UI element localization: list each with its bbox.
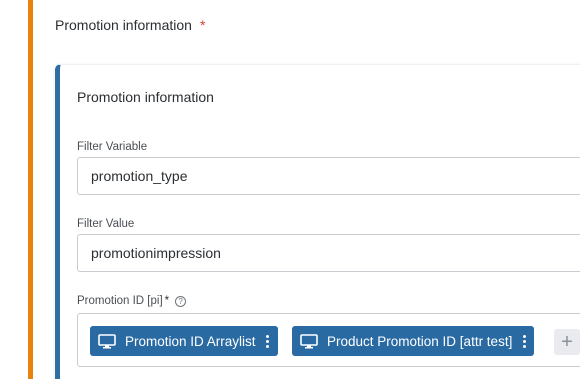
add-chip-button[interactable]: + [554, 329, 580, 355]
more-vertical-icon[interactable] [266, 334, 270, 348]
chip-label: Promotion ID Arraylist [125, 333, 256, 349]
filter-variable-label: Filter Variable [77, 141, 148, 153]
chip-promotion-id-arraylist[interactable]: Promotion ID Arraylist [90, 326, 278, 356]
monitor-icon [300, 333, 318, 348]
section-header: Promotion information * [55, 15, 205, 35]
promotion-id-label: Promotion ID [pi] * ? [77, 295, 187, 307]
filter-value-label: Filter Value [77, 218, 135, 230]
promotion-section-card: Promotion information * Promotion inform… [28, 0, 580, 379]
help-circle-icon[interactable]: ? [175, 295, 187, 307]
promotion-id-chip-input[interactable]: Promotion ID Arraylist Product Promotion… [77, 313, 580, 367]
chip-product-promotion-id[interactable]: Product Promotion ID [attr test] [292, 326, 535, 356]
card-title: Promotion information [77, 89, 214, 105]
section-title: Promotion information [55, 17, 192, 33]
more-vertical-icon[interactable] [522, 334, 526, 348]
monitor-icon [98, 333, 116, 348]
filter-value-input[interactable]: promotionimpression [77, 234, 580, 272]
plus-icon: + [561, 331, 573, 353]
required-asterisk: * [199, 17, 206, 33]
filter-variable-value: promotion_type [91, 168, 188, 184]
required-asterisk: * [164, 295, 170, 307]
promotion-id-label-text: Promotion ID [pi] [77, 295, 163, 307]
promotion-info-card: Promotion information Filter Variable pr… [55, 64, 580, 379]
chip-label: Product Promotion ID [attr test] [327, 333, 513, 349]
filter-variable-input[interactable]: promotion_type [77, 157, 580, 195]
filter-value-value: promotionimpression [91, 245, 221, 261]
